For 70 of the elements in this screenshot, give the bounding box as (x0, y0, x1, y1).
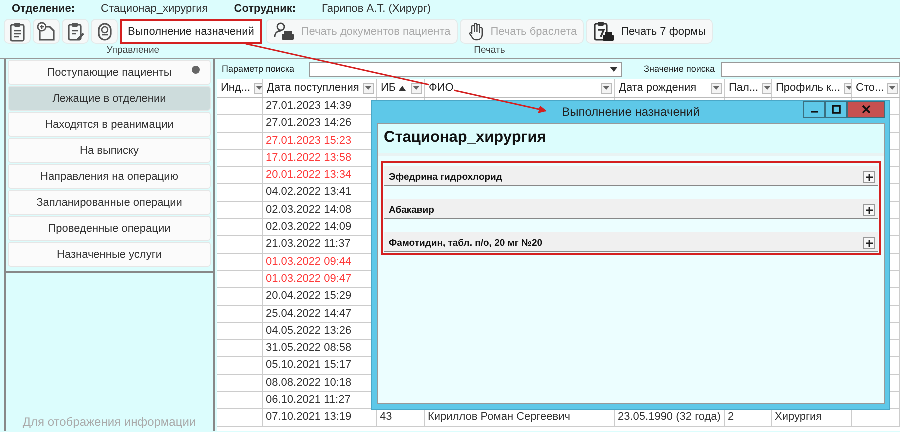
department-label: Отделение: (12, 2, 76, 14)
sidebar-item[interactable]: Поступающие пациенты (8, 60, 211, 85)
toolbar-button[interactable] (91, 19, 118, 44)
caret-icon (846, 86, 851, 90)
search-value-label: Значение поиска (644, 64, 715, 74)
prescription-row[interactable]: Эфедрина гидрохлорид (384, 166, 878, 186)
caret-icon (889, 86, 896, 90)
close-icon (862, 105, 870, 114)
caret-icon (365, 86, 372, 90)
filter-dropdown-button[interactable] (887, 82, 898, 94)
expand-button[interactable] (863, 204, 875, 216)
dialog-title: Выполнение назначений (562, 105, 700, 119)
caret-icon (256, 86, 262, 90)
filter-dropdown-button[interactable] (411, 82, 422, 94)
prescription-name: Абакавир (389, 205, 434, 216)
expand-button[interactable] (863, 171, 875, 183)
sidebar-item[interactable]: Запланированные операции (8, 190, 211, 215)
caret-icon (603, 86, 610, 90)
filter-dropdown-button[interactable] (363, 82, 374, 94)
search-param-label: Параметр поиска (222, 64, 295, 74)
department-name: Стационар_хирургия (101, 2, 208, 14)
caret-icon (413, 86, 420, 90)
maximize-icon (832, 105, 840, 114)
prescription-name: Эфедрина гидрохлорид (389, 172, 502, 183)
caret-icon (713, 86, 720, 90)
prescription-row[interactable]: Абакавир (384, 199, 878, 219)
note-plus-icon (36, 22, 56, 42)
clipboard-pen-icon (66, 22, 84, 42)
filter-dropdown-button[interactable] (601, 82, 612, 94)
sidebar-item[interactable]: Назначенные услуги (8, 242, 211, 267)
highlighted-button[interactable]: Выполнение назначений (120, 19, 262, 44)
filter-dropdown-button[interactable] (711, 82, 722, 94)
employee-label: Сотрудник: (234, 2, 296, 14)
toolbar-button[interactable] (62, 19, 89, 44)
sidebar-item[interactable]: На выписку (8, 138, 211, 163)
caret-icon (764, 86, 771, 90)
sidebar-item[interactable]: Лежащие в отделении (8, 86, 211, 111)
expand-button[interactable] (863, 237, 875, 249)
dialog-heading: Стационар_хирургия (384, 129, 548, 147)
column-header[interactable]: Пал... (725, 79, 772, 97)
column-header[interactable]: ИБ (377, 79, 425, 97)
sort-ascending-icon (399, 86, 406, 90)
column-header[interactable]: Инд... (217, 79, 263, 97)
group-label: Управление (106, 45, 160, 56)
prescription-name: Фамотидин, табл. п/о, 20 мг №20 (389, 238, 543, 249)
filter-dropdown-button[interactable] (762, 82, 771, 94)
toolbar-button[interactable]: Печать 7 формы (586, 19, 714, 44)
sidebar-item[interactable]: Проведенные операции (8, 216, 211, 241)
column-header[interactable]: Сто... (852, 79, 900, 97)
close-button[interactable] (847, 101, 885, 118)
sidebar-item[interactable]: Направления на операцию (8, 164, 211, 189)
toolbar-button[interactable] (33, 19, 60, 44)
employee-name: Гарипов А.Т. (Хирург) (322, 2, 432, 14)
hand-icon (466, 22, 485, 42)
column-header[interactable]: ФИО (425, 79, 615, 97)
toolbar-button[interactable] (4, 19, 31, 44)
clipboard-printer-icon (593, 20, 616, 42)
sidebar-item[interactable]: Находятся в реанимации (8, 112, 211, 137)
maximize-button[interactable] (825, 101, 847, 118)
group-label: Печать (474, 45, 506, 56)
clipboard-icon (8, 22, 26, 42)
filter-dropdown-button[interactable] (254, 82, 262, 94)
search-param-dropdown[interactable] (308, 62, 622, 76)
minimize-button[interactable] (803, 101, 825, 118)
info-text: Для отображения информации (22, 415, 196, 429)
caret-icon (610, 66, 618, 72)
search-value-field[interactable] (721, 62, 900, 76)
person-printer-icon (273, 22, 296, 42)
prescription-row[interactable]: Фамотидин, табл. п/о, 20 мг №20 (384, 232, 878, 252)
column-header[interactable]: Дата рождения (615, 79, 725, 97)
